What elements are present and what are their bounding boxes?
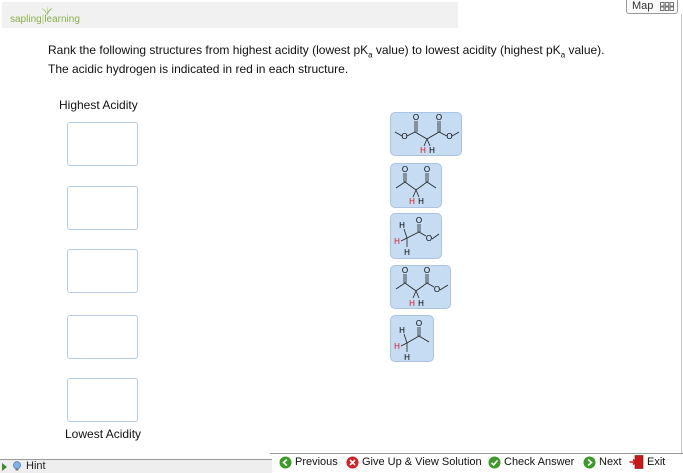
methyl-acetoacetate-structure: O O O H H: [395, 266, 449, 308]
hint-bulb-icon: [13, 461, 21, 471]
structure-tile-methyl-acetoacetate[interactable]: O O O H H: [390, 265, 451, 309]
atom-oxygen: O: [446, 132, 452, 141]
next-label: Next: [599, 456, 622, 468]
give-up-x-icon: [346, 456, 359, 468]
exit-button[interactable]: Exit: [629, 455, 665, 469]
exit-label: Exit: [647, 456, 666, 468]
check-answer-label: Check Answer: [504, 456, 575, 468]
atom-oxygen: O: [413, 113, 419, 122]
acetone-structure: O H H H: [394, 319, 430, 362]
next-button[interactable]: Next: [583, 455, 622, 469]
atom-oxygen: O: [426, 234, 432, 243]
previous-button[interactable]: Previous: [279, 455, 338, 469]
hint-button[interactable]: Hint: [0, 459, 272, 473]
pentanedione-structure: O O H H: [395, 165, 437, 206]
previous-label: Previous: [295, 456, 338, 468]
give-up-button[interactable]: Give Up & View Solution: [346, 455, 482, 469]
next-arrow-icon: [583, 456, 596, 468]
atom-hydrogen: H: [429, 146, 435, 155]
atom-hydrogen: H: [418, 299, 424, 308]
map-grid-icon: [660, 2, 674, 11]
lowest-acidity-label: Lowest Acidity: [65, 427, 142, 441]
rank-slot-4[interactable]: [67, 315, 138, 359]
question-text: Rank the following structures from highe…: [48, 43, 658, 77]
structure-tile-pentanedione[interactable]: O O H H: [390, 163, 442, 208]
acidic-hydrogen: H: [394, 342, 400, 351]
hint-label: Hint: [26, 460, 46, 472]
give-up-label: Give Up & View Solution: [362, 456, 482, 468]
checkmark-icon: [488, 456, 501, 468]
atom-hydrogen: H: [399, 326, 405, 335]
structure-tile-acetone[interactable]: O H H H: [390, 315, 434, 362]
logo-word-learning: learning: [44, 14, 80, 25]
atom-hydrogen: H: [404, 248, 410, 257]
expand-triangle-icon: [2, 463, 7, 471]
dimethyl-malonate-structure: O O O O H H: [394, 113, 460, 155]
sapling-learning-logo: sapling|learning: [10, 6, 90, 28]
question-line-1: Rank the following structures from highe…: [48, 43, 605, 60]
acidic-hydrogen: H: [409, 299, 415, 308]
question-line-2: The acidic hydrogen is indicated in red …: [48, 62, 349, 77]
rank-slot-5[interactable]: [67, 378, 138, 422]
structure-tile-methyl-acetate[interactable]: O O H H H: [390, 213, 442, 259]
atom-oxygen: O: [434, 285, 440, 294]
exit-door-icon: [629, 455, 644, 469]
atom-hydrogen: H: [418, 197, 424, 206]
atom-oxygen: O: [424, 266, 430, 275]
atom-hydrogen: H: [399, 221, 405, 230]
map-label: Map: [632, 0, 654, 12]
atom-oxygen: O: [401, 132, 407, 141]
methyl-acetate-structure: O O H H H: [394, 216, 440, 257]
acidic-hydrogen: H: [409, 197, 415, 206]
map-button[interactable]: Map: [626, 0, 678, 14]
acidic-hydrogen: H: [420, 146, 426, 155]
atom-oxygen: O: [416, 216, 422, 225]
structure-tile-dimethyl-malonate[interactable]: O O O O H H: [390, 112, 462, 156]
atom-oxygen: O: [402, 165, 408, 174]
toolbar-divider: [270, 453, 683, 454]
previous-arrow-icon: [279, 456, 292, 468]
rank-slot-3[interactable]: [67, 249, 138, 293]
logo-word-sapling: sapling: [10, 14, 42, 25]
highest-acidity-label: Highest Acidity: [59, 98, 138, 112]
rank-slot-2[interactable]: [67, 186, 138, 230]
bottom-toolbar: Hint Previous Give Up & View Solution Ch…: [0, 453, 683, 473]
atom-oxygen: O: [416, 319, 422, 328]
atom-hydrogen: H: [404, 353, 410, 362]
acidic-hydrogen: H: [394, 237, 400, 246]
rank-slot-1[interactable]: [67, 122, 138, 166]
right-divider: [681, 14, 682, 454]
atom-oxygen: O: [424, 165, 430, 174]
atom-oxygen: O: [436, 113, 442, 122]
check-answer-button[interactable]: Check Answer: [488, 455, 574, 469]
atom-oxygen: O: [402, 266, 408, 275]
